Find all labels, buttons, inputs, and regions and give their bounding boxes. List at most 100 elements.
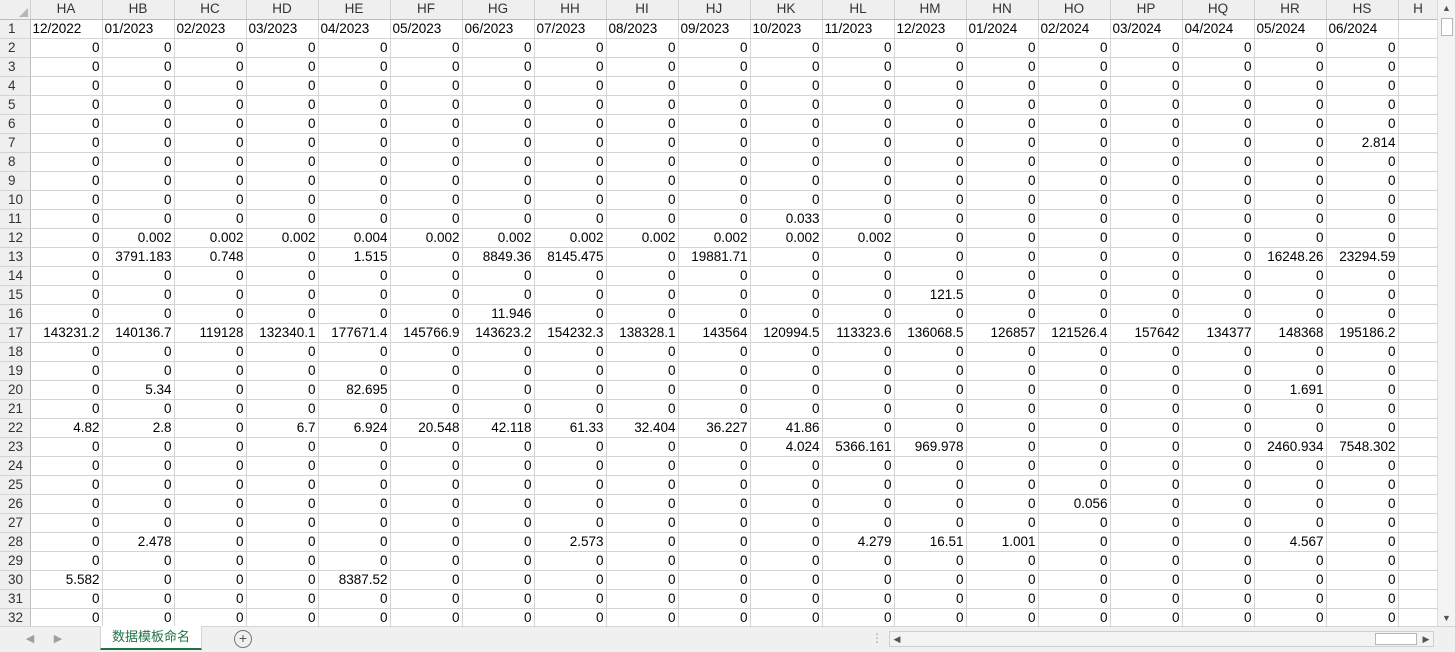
cell[interactable]: 0 [822,342,895,362]
cell[interactable]: 0 [30,342,103,362]
column-header[interactable]: HA [30,0,103,20]
cell[interactable]: 0 [102,114,175,134]
row-header[interactable]: 31 [0,589,31,609]
cell[interactable]: 0 [1038,209,1111,229]
cell[interactable]: 0 [1038,589,1111,609]
cell[interactable]: 138328.1 [606,323,679,343]
cell[interactable]: 0 [390,589,463,609]
column-header[interactable]: HN [966,0,1039,20]
cell[interactable]: 0 [822,399,895,419]
cell[interactable]: 0 [822,38,895,58]
cell[interactable]: 0 [462,190,535,210]
cell[interactable] [1398,152,1437,172]
cell[interactable]: 0 [1038,266,1111,286]
cell[interactable]: 01/2023 [102,19,175,39]
cell[interactable]: 0 [30,513,103,533]
cell[interactable]: 0 [102,57,175,77]
cell[interactable]: 0 [390,95,463,115]
cell[interactable]: 0 [534,475,607,495]
cell[interactable]: 0 [246,361,319,381]
cell[interactable] [1398,494,1437,514]
cell[interactable]: 0 [1038,133,1111,153]
cell[interactable]: 0 [174,494,247,514]
cell[interactable]: 0 [1110,551,1183,571]
cell[interactable]: 0 [462,171,535,191]
cell[interactable]: 0 [1110,361,1183,381]
cell[interactable]: 0 [1326,608,1399,626]
cell[interactable]: 0 [318,513,391,533]
cell[interactable]: 0 [1254,95,1327,115]
cell[interactable]: 0 [318,304,391,324]
cell[interactable]: 0 [1254,190,1327,210]
cell[interactable]: 0 [966,551,1039,571]
cell[interactable]: 0 [1254,494,1327,514]
cell[interactable]: 0 [1326,551,1399,571]
cell[interactable] [1398,171,1437,191]
cell[interactable]: 0 [462,209,535,229]
row-header[interactable]: 29 [0,551,31,571]
cell[interactable]: 0 [30,456,103,476]
cell[interactable]: 0 [750,266,823,286]
cell[interactable]: 0 [1038,228,1111,248]
cell[interactable]: 0 [102,95,175,115]
cell[interactable]: 0 [894,475,967,495]
cell[interactable]: 0 [30,114,103,134]
cell[interactable]: 0 [318,285,391,305]
cell[interactable]: 0 [822,209,895,229]
cell[interactable]: 0 [1110,95,1183,115]
cell[interactable]: 0 [1254,209,1327,229]
cell[interactable]: 0 [318,76,391,96]
cell[interactable]: 0 [30,532,103,552]
cell[interactable]: 0 [1038,437,1111,457]
cell[interactable]: 143623.2 [462,323,535,343]
cell[interactable]: 0 [174,361,247,381]
cell[interactable]: 0 [1110,456,1183,476]
cell[interactable]: 0 [678,532,751,552]
cell[interactable]: 0 [390,361,463,381]
cell[interactable]: 0 [318,171,391,191]
cell[interactable]: 0 [822,475,895,495]
cell[interactable]: 0 [1326,285,1399,305]
cell[interactable]: 04/2024 [1182,19,1255,39]
cell[interactable]: 0.002 [462,228,535,248]
cell[interactable]: 0 [318,266,391,286]
cell[interactable]: 0 [174,95,247,115]
cell[interactable]: 0 [1182,304,1255,324]
cell[interactable]: 0 [1038,570,1111,590]
cell[interactable]: 143231.2 [30,323,103,343]
cell[interactable]: 0 [966,285,1039,305]
cell[interactable] [1398,76,1437,96]
scroll-down-arrow-icon[interactable]: ▼ [1438,610,1455,626]
cell[interactable]: 0 [1326,190,1399,210]
cell[interactable]: 969.978 [894,437,967,457]
row-header[interactable]: 1 [0,19,31,39]
row-header[interactable]: 22 [0,418,31,438]
column-header[interactable]: HJ [678,0,751,20]
horizontal-scrollbar[interactable]: ◀ ▶ [889,631,1434,647]
cell[interactable]: 143564 [678,323,751,343]
cell[interactable]: 0 [30,494,103,514]
cell[interactable]: 0 [822,152,895,172]
cell[interactable]: 0 [318,57,391,77]
cell[interactable]: 0 [1254,513,1327,533]
cell[interactable]: 06/2024 [1326,19,1399,39]
cell[interactable]: 0 [678,133,751,153]
cell[interactable]: 0 [606,38,679,58]
cell[interactable]: 0 [102,589,175,609]
cell[interactable]: 0 [318,38,391,58]
cell[interactable]: 126857 [966,323,1039,343]
cell[interactable]: 0 [678,76,751,96]
cell[interactable]: 0 [462,456,535,476]
cell[interactable]: 0 [1182,114,1255,134]
cell[interactable]: 0 [750,456,823,476]
cell[interactable]: 0 [102,342,175,362]
cell[interactable]: 0 [462,551,535,571]
row-header[interactable]: 8 [0,152,31,172]
cell[interactable]: 0 [894,152,967,172]
cell[interactable]: 0 [750,475,823,495]
cell[interactable]: 0 [246,114,319,134]
cell[interactable]: 0 [246,190,319,210]
cell[interactable]: 12/2022 [30,19,103,39]
cell[interactable]: 0 [1182,95,1255,115]
cell[interactable]: 0 [1110,304,1183,324]
